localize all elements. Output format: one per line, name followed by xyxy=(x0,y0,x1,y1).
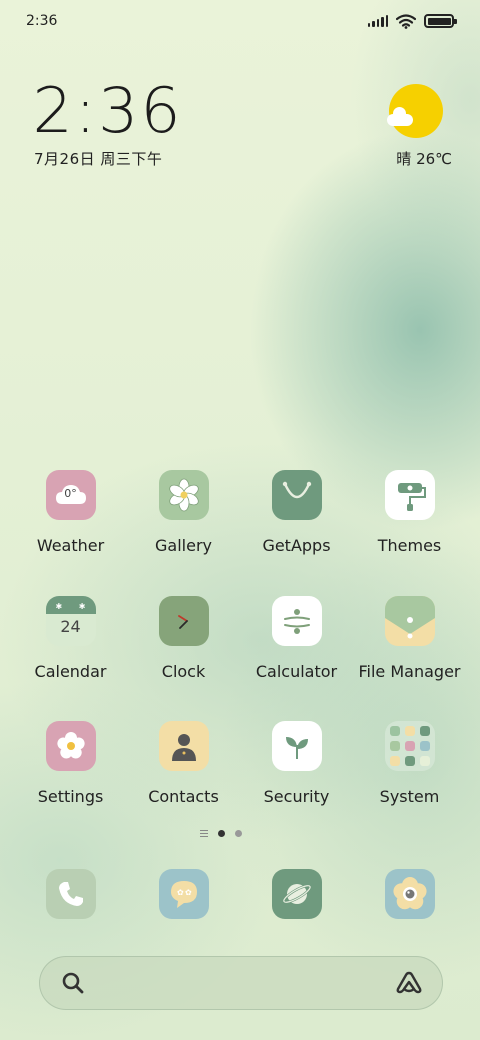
calendar-app-icon: ✱ ✱ 24 xyxy=(45,596,96,646)
app-label: Gallery xyxy=(155,536,212,555)
messages-app[interactable]: ✿ ✿ xyxy=(159,869,209,919)
app-weather[interactable]: 0° Weather xyxy=(14,470,127,555)
app-calculator[interactable]: Calculator xyxy=(240,596,353,681)
status-icons xyxy=(367,13,457,29)
app-label: GetApps xyxy=(262,536,331,555)
app-themes[interactable]: Themes xyxy=(353,470,466,555)
clock-app-icon xyxy=(158,596,209,646)
wifi-icon xyxy=(396,13,416,29)
app-label: Themes xyxy=(377,536,442,555)
app-label: Weather xyxy=(36,536,105,555)
list-icon[interactable] xyxy=(200,830,208,837)
signal-icon xyxy=(367,15,388,27)
chat-bubble-icon: ✿ ✿ xyxy=(171,881,197,908)
battery-icon xyxy=(424,14,457,28)
assistant-icon[interactable] xyxy=(394,970,424,996)
sprout-icon xyxy=(271,721,322,771)
app-label: Settings xyxy=(37,787,104,806)
search-bar[interactable] xyxy=(39,956,443,1010)
app-label: Clock xyxy=(161,662,206,681)
search-icon[interactable] xyxy=(60,970,86,996)
svg-text:✿: ✿ xyxy=(185,888,192,897)
paint-roller-icon xyxy=(384,470,435,520)
sunny-icon xyxy=(387,84,443,138)
browser-app[interactable] xyxy=(272,869,322,919)
weather-text: 晴 26℃ xyxy=(396,150,452,168)
folder-system[interactable]: System xyxy=(353,721,466,806)
flower-settings-icon xyxy=(45,721,96,771)
clock-time: 2:36 xyxy=(32,74,183,147)
app-label: Calculator xyxy=(255,662,338,681)
status-time: 2:36 xyxy=(26,13,58,29)
person-icon xyxy=(158,721,209,771)
clock-widget[interactable]: 2:36 7月26日 周三下午 xyxy=(32,74,183,169)
app-label: File Manager xyxy=(358,662,461,681)
folder-icon xyxy=(384,596,435,646)
page-dot[interactable] xyxy=(235,830,242,837)
gallery-app-icon xyxy=(158,470,209,520)
app-label: Contacts xyxy=(148,787,219,806)
clock-date: 7月26日 周三下午 xyxy=(34,150,163,168)
app-settings[interactable]: Settings xyxy=(14,721,127,806)
shopping-bag-icon xyxy=(271,470,322,520)
calculator-app-icon xyxy=(271,596,322,646)
app-label: Security xyxy=(263,787,330,806)
app-gallery[interactable]: Gallery xyxy=(127,470,240,555)
phone-app[interactable] xyxy=(46,869,96,919)
weather-app-icon: 0° xyxy=(45,470,96,520)
app-calendar[interactable]: ✱ ✱ 24 Calendar xyxy=(14,596,127,681)
planet-icon xyxy=(282,884,312,904)
status-bar: 2:36 xyxy=(0,0,480,42)
weather-widget[interactable]: 晴 26℃ xyxy=(386,84,452,168)
system-folder-icon xyxy=(384,721,435,771)
app-getapps[interactable]: GetApps xyxy=(240,470,353,555)
phone-icon xyxy=(59,882,83,906)
app-contacts[interactable]: Contacts xyxy=(127,721,240,806)
app-label: System xyxy=(379,787,440,806)
camera-flower-icon xyxy=(393,877,427,910)
page-dot-active[interactable] xyxy=(218,830,225,837)
app-label: Calendar xyxy=(34,662,107,681)
app-clock[interactable]: Clock xyxy=(127,596,240,681)
camera-app[interactable] xyxy=(385,869,435,919)
app-file-manager[interactable]: File Manager xyxy=(353,596,466,681)
app-security[interactable]: Security xyxy=(240,721,353,806)
svg-text:✿: ✿ xyxy=(177,888,184,897)
page-indicator[interactable] xyxy=(200,830,242,837)
